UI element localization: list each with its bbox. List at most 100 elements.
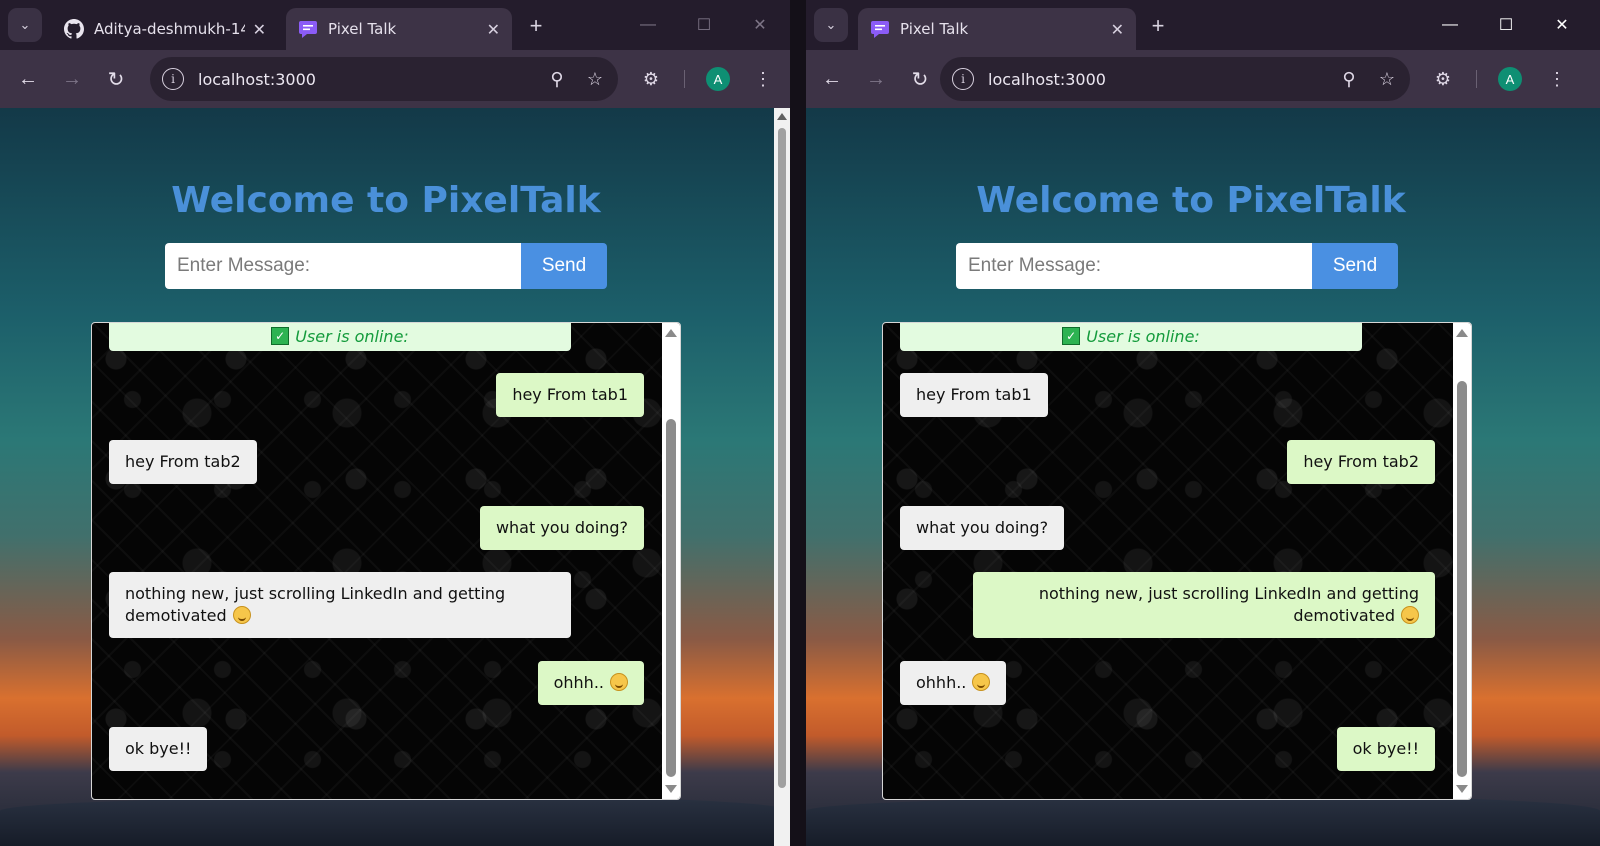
- message-text: ohhh..: [554, 672, 628, 694]
- tab-search-button[interactable]: ⌄: [814, 8, 848, 42]
- back-arrow-icon[interactable]: ←: [817, 64, 847, 94]
- message-text: nothing new, just scrolling LinkedIn and…: [125, 584, 506, 625]
- scroll-up-arrow-icon[interactable]: [777, 113, 787, 120]
- chat-scrollbar[interactable]: [662, 323, 680, 799]
- tab-github[interactable]: Aditya-deshmukh-141 ✕: [52, 8, 278, 50]
- grin-sweat-emoji-icon: [1401, 606, 1419, 624]
- close-tab-icon[interactable]: ✕: [253, 20, 266, 39]
- message-bubble-theirs: hey From tab1: [900, 373, 1048, 417]
- page-viewport: Welcome to PixelTalk Send ✓ User is onli…: [806, 108, 1600, 846]
- title-bar: ⌄ Aditya-deshmukh-141 ✕ Pixel Talk ✕ + —…: [0, 0, 790, 50]
- message-text: what you doing?: [495, 518, 628, 537]
- url-text[interactable]: localhost:3000: [198, 70, 542, 89]
- bookmark-star-icon[interactable]: ☆: [1372, 64, 1402, 94]
- site-info-icon[interactable]: i: [162, 68, 184, 90]
- profile-avatar[interactable]: A: [1498, 67, 1522, 91]
- zoom-out-icon[interactable]: ⚲: [542, 64, 572, 94]
- reload-icon[interactable]: ↻: [101, 64, 131, 94]
- reload-icon[interactable]: ↻: [905, 64, 935, 94]
- tab-label: Pixel Talk: [900, 20, 969, 38]
- address-bar[interactable]: i localhost:3000 ⚲ ☆: [150, 57, 618, 101]
- chat-bubble-icon: [870, 19, 890, 39]
- message-bubble-mine: ok bye!!: [1336, 727, 1435, 771]
- toolbar-separator: [684, 70, 685, 88]
- page-viewport: Welcome to PixelTalk Send ✓ User is onli…: [0, 108, 790, 846]
- message-bubble-mine: hey From tab1: [496, 373, 644, 417]
- new-tab-button[interactable]: +: [522, 12, 550, 40]
- profile-avatar[interactable]: A: [706, 67, 730, 91]
- extensions-icon[interactable]: ⚙: [636, 64, 666, 94]
- message-bubble-theirs: what you doing?: [900, 506, 1065, 550]
- zoom-out-icon[interactable]: ⚲: [1334, 64, 1364, 94]
- message-input[interactable]: [165, 243, 521, 289]
- scroll-up-arrow-icon[interactable]: [665, 329, 677, 337]
- message-text: ohhh..: [916, 672, 991, 694]
- grin-sweat-emoji-icon: [232, 606, 251, 624]
- message-text: hey From tab2: [1303, 452, 1419, 471]
- message-bubble-theirs: ok bye!!: [109, 727, 208, 771]
- grin-sweat-emoji-icon: [610, 673, 628, 691]
- message-text: hey From tab1: [512, 385, 628, 404]
- menu-kebab-icon[interactable]: ⋮: [748, 64, 778, 94]
- menu-kebab-icon[interactable]: ⋮: [1542, 64, 1572, 94]
- chat-scrollbar[interactable]: [1453, 323, 1471, 799]
- scroll-down-arrow-icon[interactable]: [1456, 785, 1468, 793]
- chat-scroll-thumb[interactable]: [1457, 381, 1467, 777]
- close-tab-icon[interactable]: ✕: [1111, 20, 1124, 39]
- message-input[interactable]: [956, 243, 1312, 289]
- message-text: ok bye!!: [125, 739, 192, 758]
- minimize-icon[interactable]: —: [1430, 10, 1470, 40]
- tab-label: Pixel Talk: [328, 20, 397, 38]
- chat-scroll-thumb[interactable]: [666, 419, 676, 777]
- maximize-icon[interactable]: ☐: [1486, 10, 1526, 40]
- message-text: hey From tab2: [125, 452, 241, 471]
- tab-pixel-talk[interactable]: Pixel Talk ✕: [858, 8, 1136, 50]
- browser-window-left: ⌄ Aditya-deshmukh-141 ✕ Pixel Talk ✕ + —…: [0, 0, 790, 846]
- browser-toolbar: ← → ↻ i localhost:3000 ⚲ ☆ ⚙ A ⋮: [0, 50, 790, 108]
- tab-search-button[interactable]: ⌄: [8, 8, 42, 42]
- message-bubble-theirs: ohhh..: [900, 661, 1007, 705]
- title-bar: ⌄ Pixel Talk ✕ + — ☐ ✕: [806, 0, 1600, 50]
- minimize-icon[interactable]: —: [628, 10, 668, 40]
- tab-pixel-talk[interactable]: Pixel Talk ✕: [286, 8, 512, 50]
- chat-window[interactable]: ✓ User is online: hey From tab1 hey From…: [882, 322, 1472, 800]
- background-hill: [806, 796, 1600, 846]
- chat-window[interactable]: ✓ User is online: hey From tab1 hey From…: [91, 322, 681, 800]
- online-status-text: User is online:: [1086, 326, 1200, 346]
- window-divider: [790, 0, 806, 846]
- message-bubble-mine: what you doing?: [479, 506, 644, 550]
- message-bubble-mine: ohhh..: [537, 661, 644, 705]
- site-info-icon[interactable]: i: [952, 68, 974, 90]
- page-title: Welcome to PixelTalk: [976, 180, 1406, 221]
- back-arrow-icon[interactable]: ←: [13, 64, 43, 94]
- message-text: nothing new, just scrolling LinkedIn and…: [1038, 584, 1419, 625]
- chat-bubble-icon: [298, 19, 318, 39]
- page-scroll-thumb[interactable]: [778, 128, 786, 788]
- extensions-icon[interactable]: ⚙: [1428, 64, 1458, 94]
- forward-arrow-icon[interactable]: →: [861, 64, 891, 94]
- browser-toolbar: ← → ↻ i localhost:3000 ⚲ ☆ ⚙ A ⋮: [806, 50, 1600, 108]
- scroll-down-arrow-icon[interactable]: [665, 785, 677, 793]
- close-tab-icon[interactable]: ✕: [487, 20, 500, 39]
- check-mark-icon: ✓: [1062, 327, 1081, 345]
- message-text: ok bye!!: [1352, 739, 1419, 758]
- online-status: ✓ User is online:: [109, 323, 571, 351]
- bookmark-star-icon[interactable]: ☆: [580, 64, 610, 94]
- grin-sweat-emoji-icon: [972, 673, 991, 691]
- maximize-icon[interactable]: ☐: [684, 10, 724, 40]
- message-bubble-theirs: hey From tab2: [109, 440, 257, 484]
- browser-window-right: ⌄ Pixel Talk ✕ + — ☐ ✕ ← → ↻ i localhost…: [806, 0, 1600, 846]
- close-window-icon[interactable]: ✕: [740, 10, 780, 40]
- message-bubble-mine: hey From tab2: [1287, 440, 1435, 484]
- send-button[interactable]: Send: [1312, 243, 1398, 289]
- scroll-up-arrow-icon[interactable]: [1456, 329, 1468, 337]
- background-hill: [0, 796, 790, 846]
- page-scrollbar[interactable]: [774, 108, 790, 846]
- send-button[interactable]: Send: [521, 243, 607, 289]
- url-text[interactable]: localhost:3000: [988, 70, 1334, 89]
- forward-arrow-icon[interactable]: →: [57, 64, 87, 94]
- address-bar[interactable]: i localhost:3000 ⚲ ☆: [940, 57, 1410, 101]
- online-status-text: User is online:: [295, 326, 409, 346]
- new-tab-button[interactable]: +: [1144, 12, 1172, 40]
- close-window-icon[interactable]: ✕: [1542, 10, 1582, 40]
